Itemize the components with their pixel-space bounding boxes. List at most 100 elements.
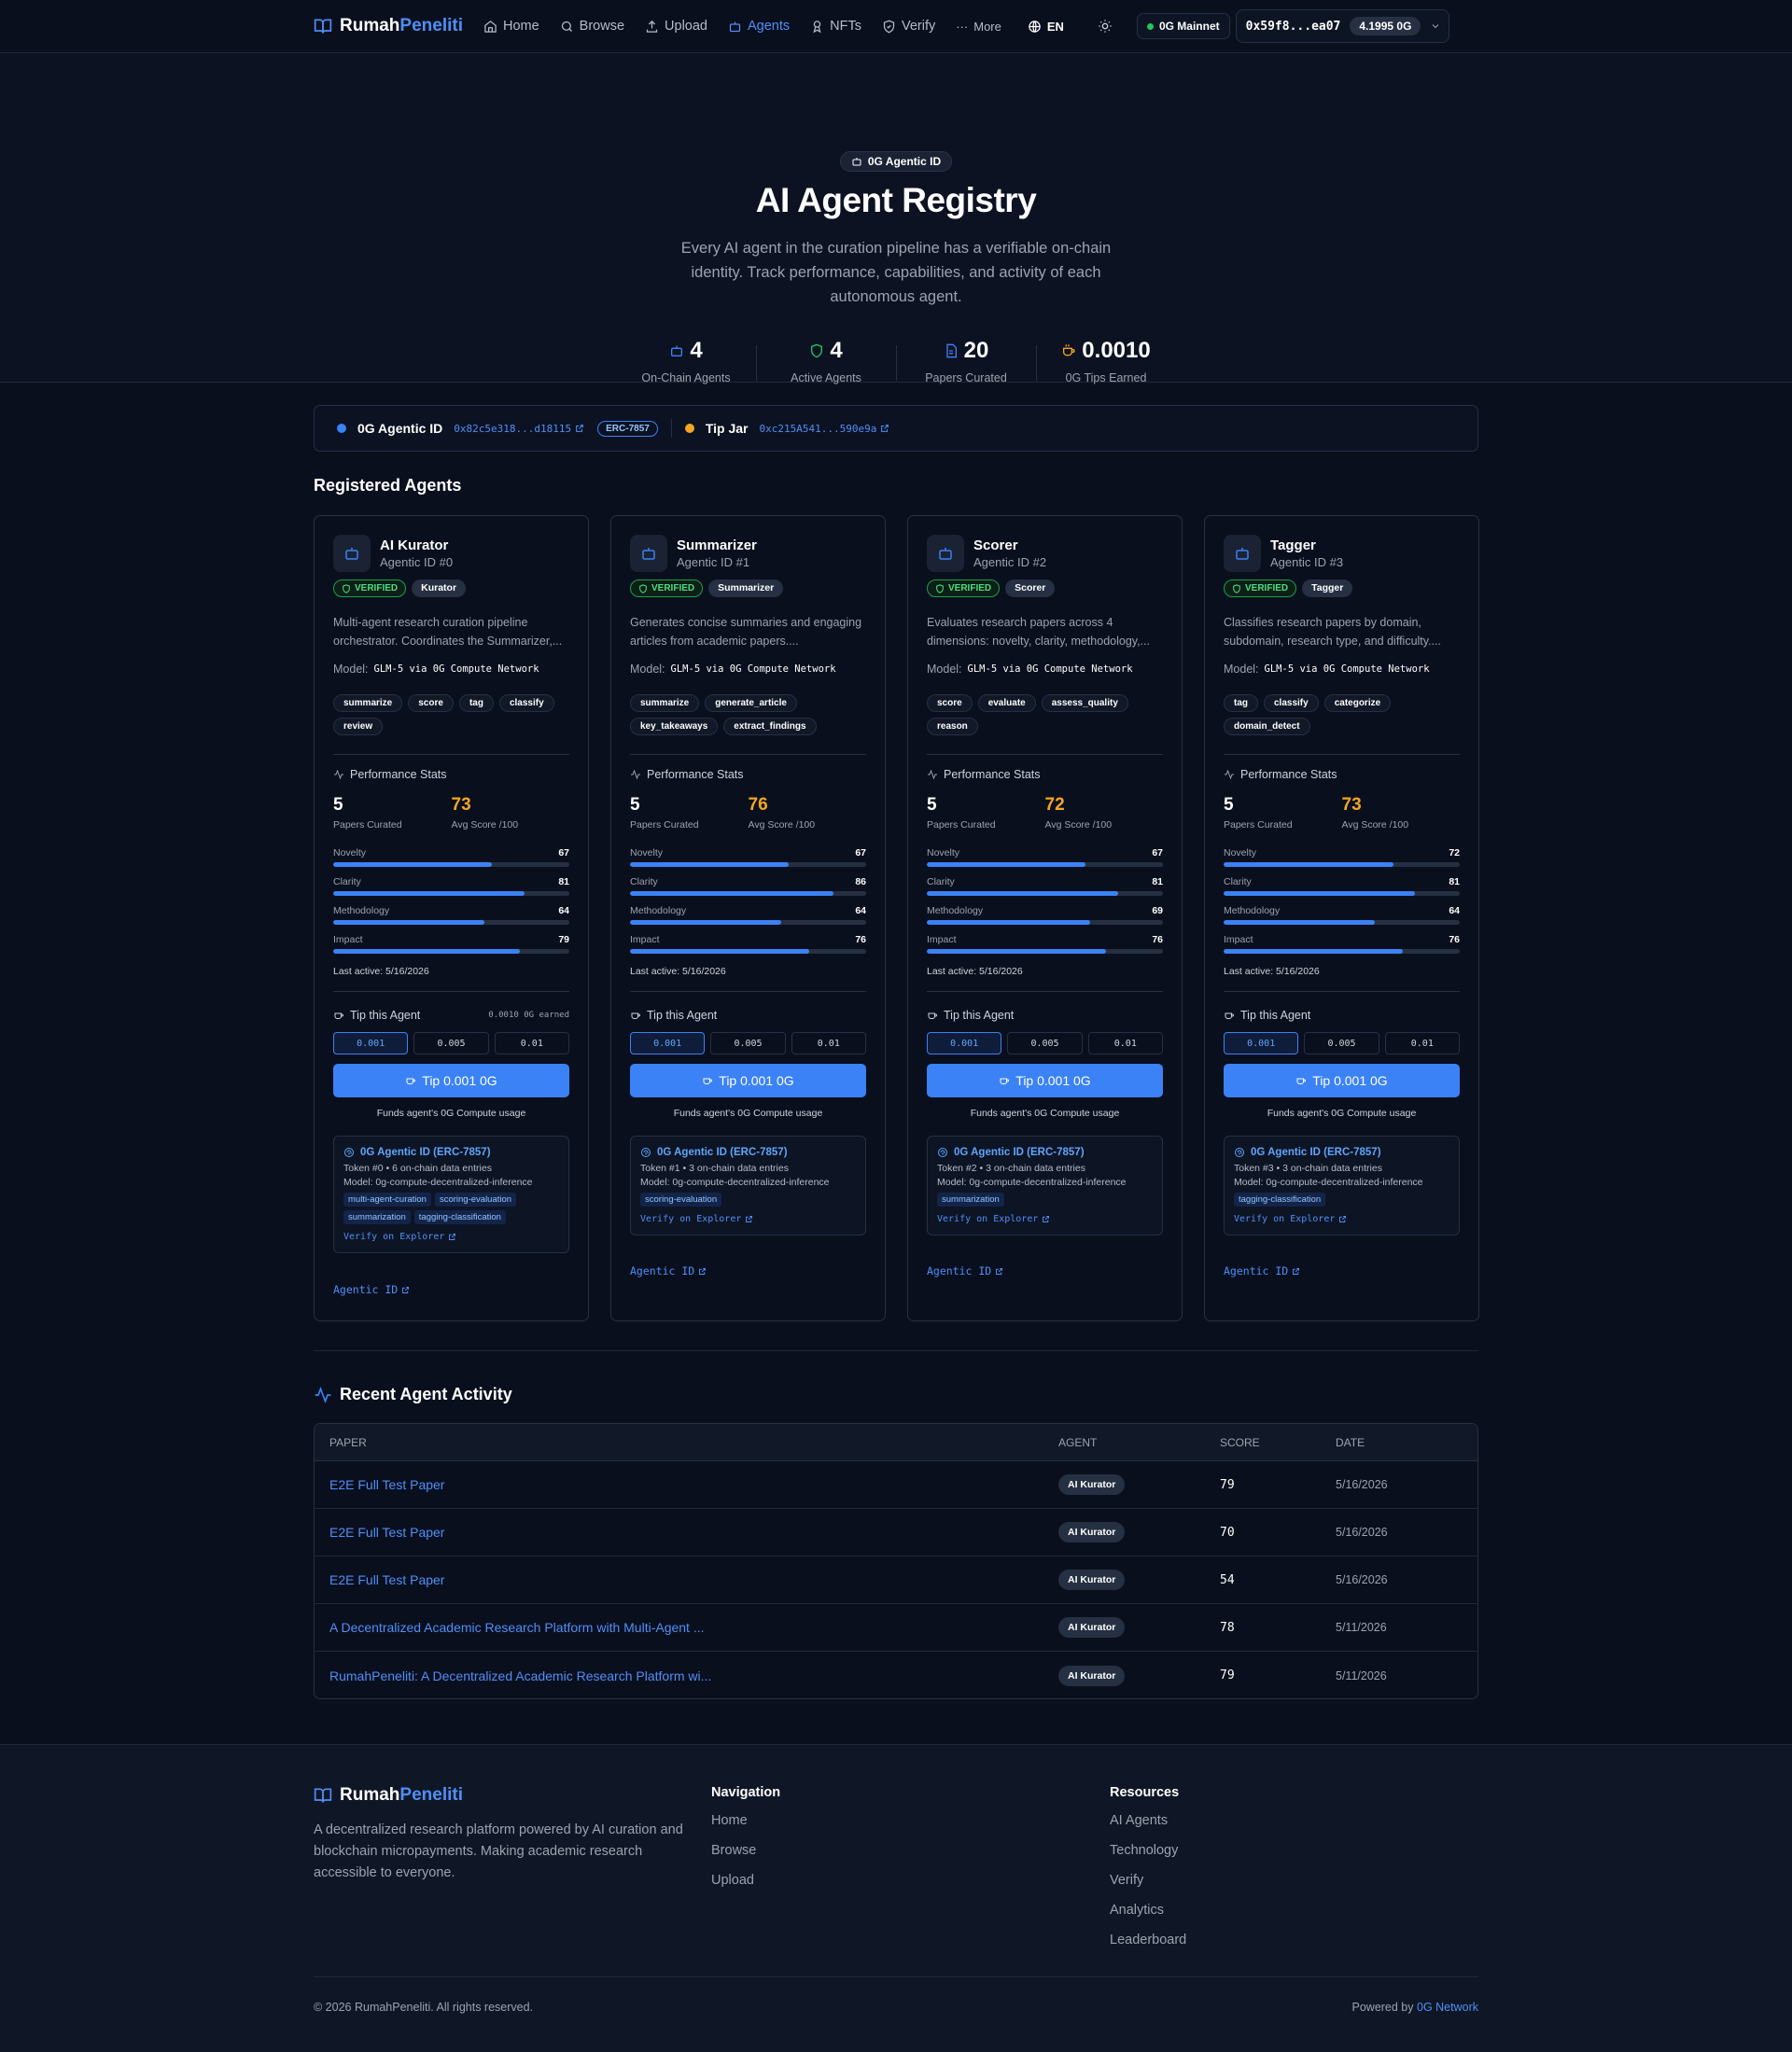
agent-id: Agentic ID #1 [677,555,750,569]
shield-icon [811,343,823,358]
metric-value: 81 [1152,876,1163,887]
metric-methodology: Methodology 69 [927,905,1163,934]
paper-link[interactable]: E2E Full Test Paper [315,1477,1058,1492]
table-row[interactable]: E2E Full Test Paper AI Kurator 70 5/16/2… [315,1509,1477,1556]
stat-value: 4 [690,338,703,363]
tip-amount-option[interactable]: 0.001 [333,1032,409,1054]
theme-toggle[interactable] [1098,19,1113,34]
metric-fill [927,891,1118,896]
footer-description: A decentralized research platform powere… [314,1822,683,1880]
capability-tag: summarize [630,694,700,712]
tip-amount-option[interactable]: 0.001 [927,1032,1002,1054]
tip-button[interactable]: Tip 0.001 0G [927,1064,1163,1097]
footer-link-leaderboard[interactable]: Leaderboard [1110,1933,1186,1962]
metric-clarity: Clarity 81 [927,876,1163,905]
verify-explorer-link[interactable]: Verify on Explorer [343,1232,559,1242]
metric-novelty: Novelty 72 [1224,847,1460,876]
capability-tag: score [927,694,973,712]
metric-value: 86 [855,876,866,887]
metric-bars: Novelty 72 Clarity 81 Methodology 64 Impact 76 [1224,847,1460,963]
role-badge: Kurator [412,579,467,597]
paper-link[interactable]: A Decentralized Academic Research Platfo… [315,1620,1058,1635]
agent-cell: AI Kurator [1058,1617,1220,1638]
erc-title: 0G Agentic ID (ERC-7857) [657,1147,788,1158]
nav-nfts[interactable]: NFTs [810,19,861,34]
agentic-id-link[interactable]: Agentic ID [927,1264,1003,1277]
verify-explorer-link[interactable]: Verify on Explorer [640,1214,856,1224]
tip-button[interactable]: Tip 0.001 0G [1224,1064,1460,1097]
date-cell: 5/16/2026 [1336,1573,1388,1586]
nav-agents[interactable]: Agents [728,19,790,34]
metric-fill [333,862,492,867]
metric-name: Clarity [630,876,658,887]
footer-link-ai-agents[interactable]: AI Agents [1110,1813,1186,1843]
footer-link-upload[interactable]: Upload [711,1873,780,1903]
footer-link-verify[interactable]: Verify [1110,1873,1186,1903]
verify-explorer-link[interactable]: Verify on Explorer [937,1214,1153,1224]
tip-amount-option[interactable]: 0.005 [1007,1032,1083,1054]
table-row[interactable]: E2E Full Test Paper AI Kurator 54 5/16/2… [315,1556,1477,1604]
performance-summary: 5 Papers Curated 72 Avg Score /100 [927,795,1163,831]
metric-fill [630,920,781,925]
score-cell: 79 [1220,1477,1235,1492]
activity-icon [630,769,641,780]
verify-explorer-link[interactable]: Verify on Explorer [1234,1214,1449,1224]
stat-active-agents: 4 Active Agents [756,338,896,384]
nav-browse[interactable]: Browse [560,19,624,34]
tip-amount-option[interactable]: 0.001 [630,1032,706,1054]
nav-verify-label: Verify [901,19,936,34]
network-badge[interactable]: 0G Mainnet [1136,13,1230,39]
metric-fill [1224,920,1375,925]
metric-name: Impact [1224,934,1253,945]
tip-amount-option[interactable]: 0.01 [1087,1032,1163,1054]
paper-link[interactable]: E2E Full Test Paper [315,1525,1058,1540]
footer-logo-a: Rumah [340,1785,400,1805]
tip-amount-option[interactable]: 0.005 [413,1032,489,1054]
tip-amount-option[interactable]: 0.005 [710,1032,786,1054]
footer-link-home[interactable]: Home [711,1813,780,1843]
hero-section: 0G Agentic ID AI Agent Registry Every AI… [0,53,1792,384]
language-switcher[interactable]: EN [1028,20,1064,34]
nav-upload[interactable]: Upload [645,19,707,34]
more-dots-icon: ··· [956,19,969,34]
powered-link[interactable]: 0G Network [1417,2001,1478,2014]
logo[interactable]: Rumah Peneliti [314,16,463,36]
nav-more[interactable]: ··· More [956,20,1001,34]
tip-button[interactable]: Tip 0.001 0G [333,1064,569,1097]
footer-logo[interactable]: Rumah Peneliti [314,1785,463,1806]
nav-verify[interactable]: Verify [882,19,935,34]
table-row[interactable]: E2E Full Test Paper AI Kurator 79 5/16/2… [315,1461,1477,1509]
agentic-id-link[interactable]: Agentic ID [630,1264,707,1277]
agentic-id-link[interactable]: Agentic ID [333,1283,410,1296]
tip-button[interactable]: Tip 0.001 0G [630,1064,866,1097]
tip-amount-option[interactable]: 0.01 [791,1032,866,1054]
external-link-icon [448,1233,456,1241]
metric-track [333,862,569,867]
tip-jar-contract-link[interactable]: 0xc215A541...590e9a [759,423,889,435]
footer-link-technology[interactable]: Technology [1110,1843,1186,1873]
metric-track [927,891,1163,896]
table-row[interactable]: RumahPeneliti: A Decentralized Academic … [315,1652,1477,1698]
fingerprint-icon [640,1147,651,1158]
footer-link-browse[interactable]: Browse [711,1843,780,1873]
tip-amount-option[interactable]: 0.001 [1224,1032,1299,1054]
capability-tag: generate_article [705,694,797,712]
performance-summary: 5 Papers Curated 73 Avg Score /100 [333,795,569,831]
model-value: GLM-5 via 0G Compute Network [967,663,1133,675]
paper-link[interactable]: RumahPeneliti: A Decentralized Academic … [315,1668,1058,1683]
col-date: DATE [1336,1435,1365,1449]
agent-card-header: Tagger Agentic ID #3 [1224,535,1343,572]
metric-clarity: Clarity 81 [333,876,569,905]
footer-link-analytics[interactable]: Analytics [1110,1903,1186,1933]
table-row[interactable]: A Decentralized Academic Research Platfo… [315,1604,1477,1652]
agentic-id-link[interactable]: Agentic ID [1224,1264,1300,1277]
nav-home[interactable]: Home [483,19,539,34]
tip-amount-option[interactable]: 0.01 [494,1032,569,1054]
paper-link[interactable]: E2E Full Test Paper [315,1572,1058,1587]
tip-amount-option[interactable]: 0.01 [1384,1032,1460,1054]
agentic-id-contract-link[interactable]: 0x82c5e318...d18115 [454,423,584,435]
language-label: EN [1046,19,1064,34]
tip-amount-option[interactable]: 0.005 [1304,1032,1379,1054]
tip-amounts: 0.001 0.005 0.01 [927,1032,1163,1054]
wallet-button[interactable]: 0x59f8...ea07 4.1995 0G [1235,9,1450,43]
